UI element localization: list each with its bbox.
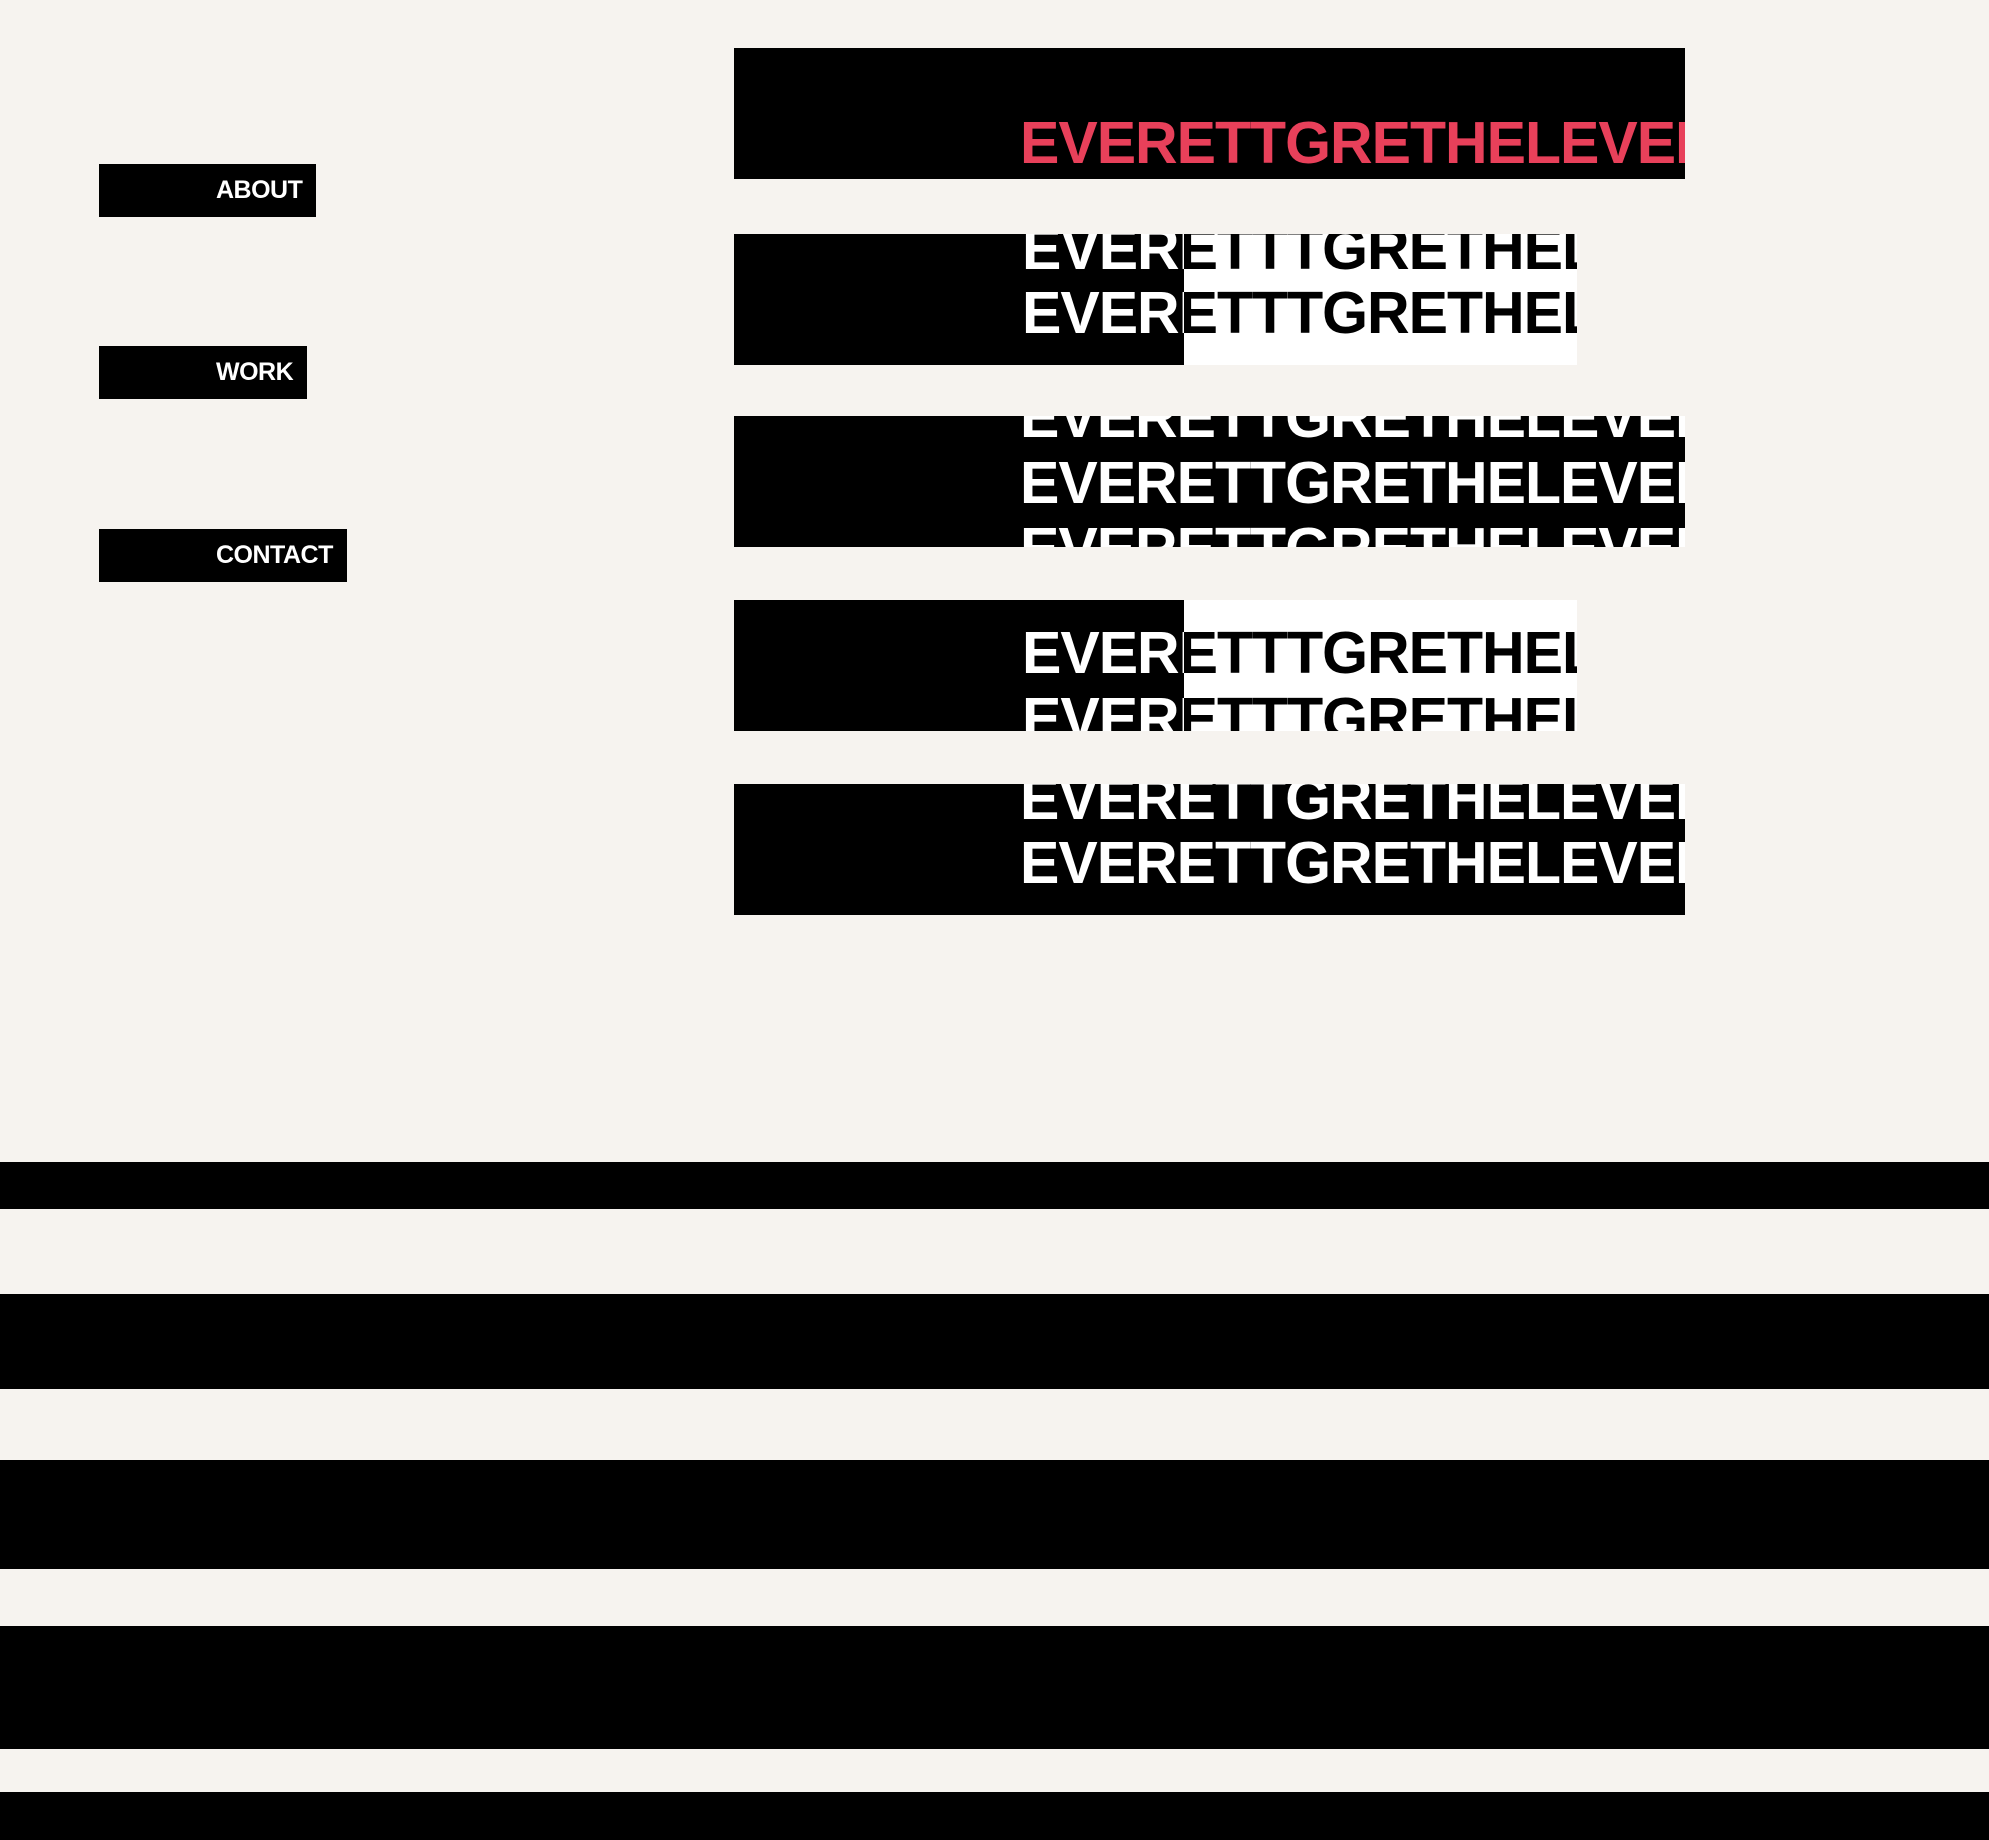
name-marquee-text: EVERETTGRETHELEVER [1020, 830, 1685, 896]
nav-about-link[interactable]: ABOUT [99, 164, 317, 217]
name-marquee-text: EVERETTGRETHELEVER [1020, 450, 1685, 516]
nav-contact-link[interactable]: CONTACT [99, 529, 347, 582]
name-marquee-block-2: EVERETTTGRETHEL EVERETTTGRETHEL [734, 234, 1577, 365]
decorative-stripe [0, 1792, 1989, 1840]
decorative-stripe [0, 1294, 1989, 1389]
nav-work-link[interactable]: WORK [99, 346, 308, 399]
name-marquee-text: EVERETTGRETHELEVER [1020, 784, 1685, 832]
name-marquee-text: EVERETTTGRETHEL [1022, 620, 1577, 686]
decorative-stripe [0, 1626, 1989, 1749]
name-marquee-text-accent: EVERETTGRETHELEVER [1020, 110, 1685, 176]
name-marquee-text: EVERETTTGRETHEL [1022, 280, 1577, 346]
name-marquee-block-1: EVERETTGRETHELEVER [734, 48, 1685, 179]
name-marquee-block-3: EVERETTGRETHELEVER EVERETTGRETHELEVER EV… [734, 416, 1685, 547]
name-marquee-text: EVERETTTGRETHEL [1022, 234, 1577, 282]
name-marquee-text: EVERETTGRETHELEVER [1020, 520, 1685, 548]
decorative-stripe [0, 1460, 1989, 1569]
name-marquee-text: EVERETTTGRETHEL [1022, 686, 1577, 732]
name-marquee-block-4: EVERETTTGRETHEL EVERETTTGRETHEL [734, 600, 1577, 731]
name-marquee-block-5: EVERETTGRETHELEVER EVERETTGRETHELEVER [734, 784, 1685, 915]
name-marquee-text: EVERETTGRETHELEVER [1020, 416, 1685, 450]
decorative-stripe [0, 1162, 1989, 1209]
